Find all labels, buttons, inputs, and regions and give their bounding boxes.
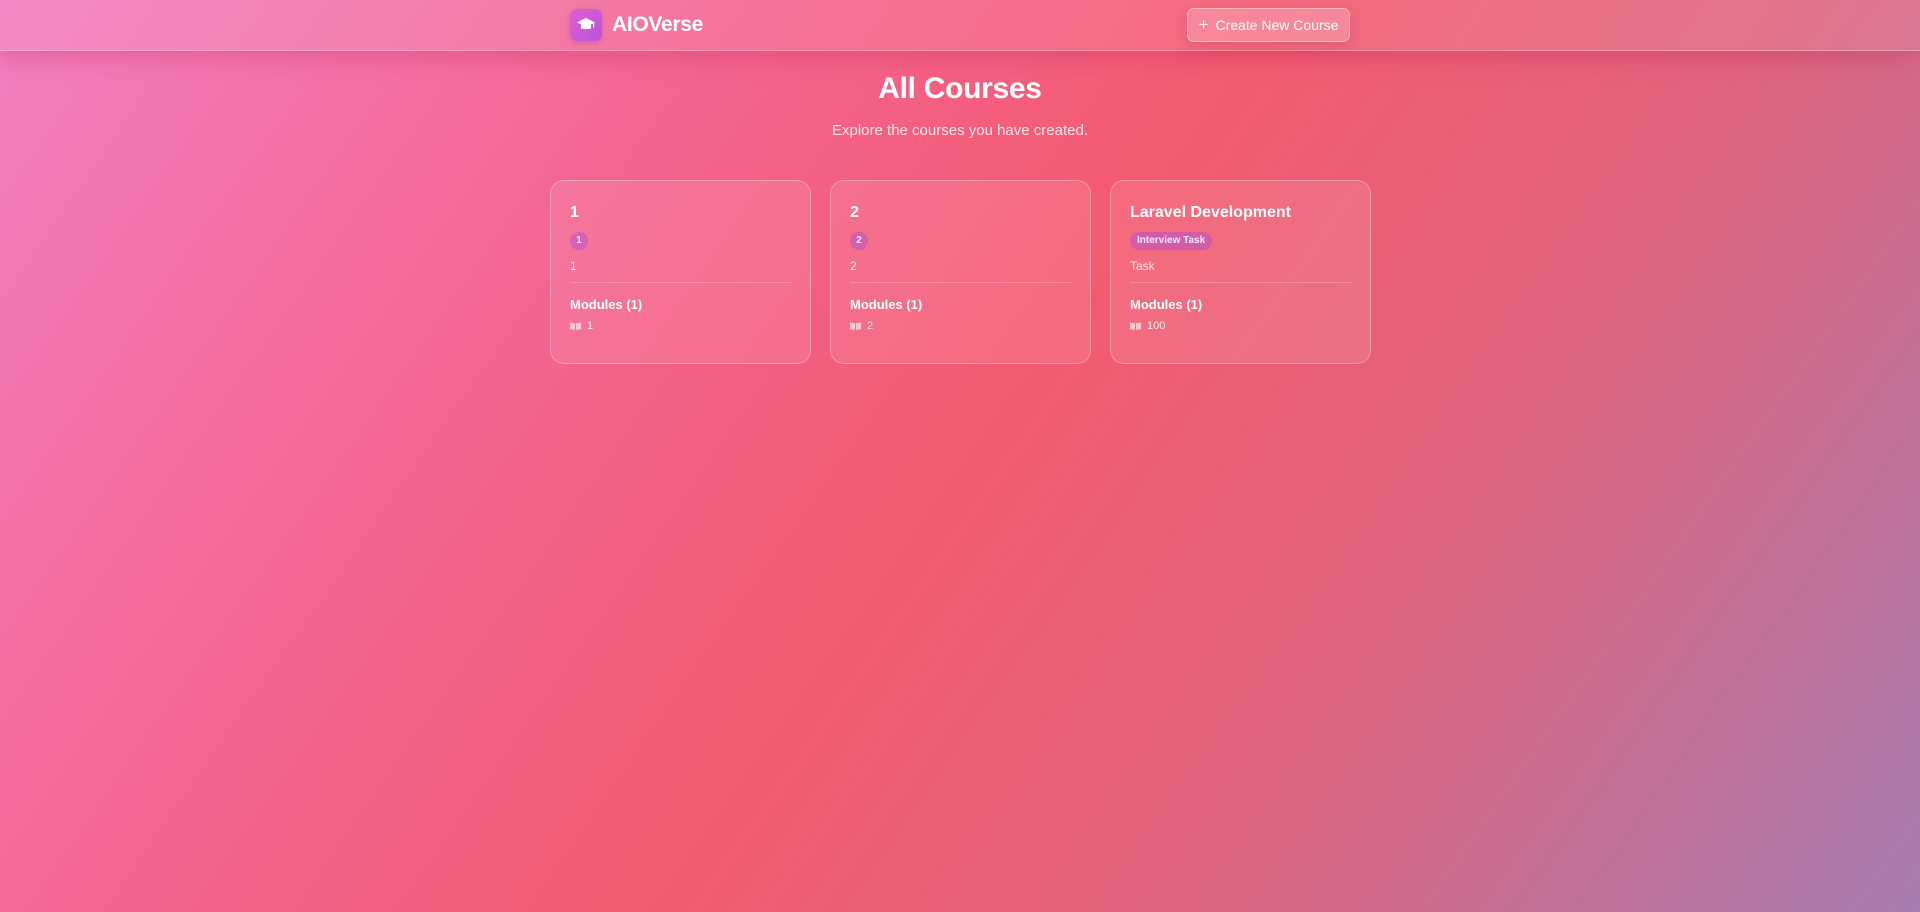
course-title: 2 [850,204,859,221]
card-divider [570,282,791,283]
graduation-cap-icon [570,9,602,41]
card-divider [1130,282,1351,283]
course-description: Task [1130,259,1155,273]
course-list: 1 1 1 Modules (1) 1 2 2 2 Modules (1) 2 … [550,180,1371,364]
module-name: 100 [1147,320,1166,332]
module-item[interactable]: 1 [570,320,791,332]
modules-heading: Modules (1) [570,297,643,312]
course-card[interactable]: Laravel Development Interview Task Task … [1110,180,1371,364]
page-title: All Courses [878,72,1042,105]
modules-heading: Modules (1) [850,297,923,312]
page-subtitle: Explore the courses you have created. [832,122,1088,139]
module-item[interactable]: 100 [1130,320,1351,332]
course-description: 1 [570,259,577,273]
module-name: 1 [587,320,594,332]
book-icon [570,322,581,330]
course-title: 1 [570,204,579,221]
create-new-course-button[interactable]: + Create New Course [1187,8,1350,42]
brand-name: AIOVerse [612,13,703,36]
module-item[interactable]: 2 [850,320,1071,332]
top-navbar: AIOVerse + Create New Course [0,0,1920,51]
course-badge: 2 [850,232,868,250]
course-card[interactable]: 2 2 2 Modules (1) 2 [830,180,1091,364]
module-name: 2 [867,320,874,332]
brand[interactable]: AIOVerse [570,9,703,41]
course-title: Laravel Development [1130,204,1291,221]
book-icon [1130,322,1141,330]
course-description: 2 [850,259,857,273]
create-new-course-label: Create New Course [1215,17,1339,33]
course-card[interactable]: 1 1 1 Modules (1) 1 [550,180,811,364]
course-badge: Interview Task [1130,232,1213,250]
card-divider [850,282,1071,283]
course-badge: 1 [570,232,588,250]
book-icon [850,322,861,330]
modules-heading: Modules (1) [1130,297,1203,312]
plus-icon: + [1198,15,1209,34]
